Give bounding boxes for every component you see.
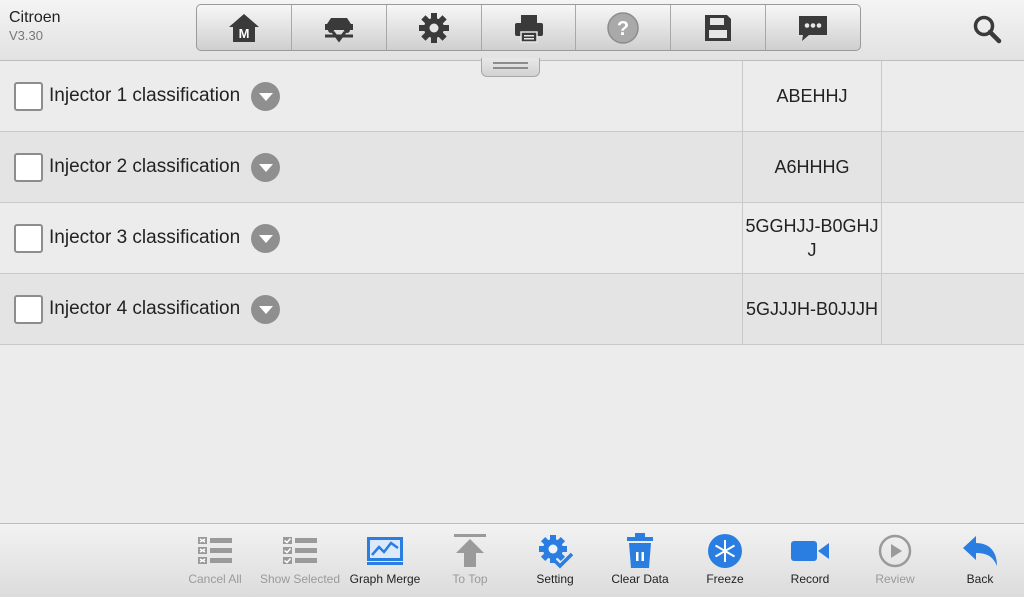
setting-label: Setting [536,572,574,586]
graph-merge-label: Graph Merge [349,572,421,586]
row-checkbox[interactable] [14,81,43,111]
brand-name: Citroen [9,9,61,26]
svg-text:?: ? [617,18,629,40]
cancel-all-button[interactable]: Cancel All [173,524,257,597]
vehicle-icon [324,17,353,42]
item-label: Injector 4 classification [49,298,241,319]
to-top-button[interactable]: To Top [428,524,512,597]
record-label: Record [790,572,830,586]
save-icon [705,14,732,41]
item-name-cell: Injector 2 classification [0,132,742,202]
show-selected-icon [283,537,317,564]
item-label: Injector 2 classification [49,156,241,177]
help-button[interactable]: ? [576,5,672,50]
cancel-all-icon [198,537,232,564]
to-top-icon [454,534,486,567]
review-icon [878,534,912,568]
save-button[interactable] [671,5,767,50]
home-button[interactable]: M [197,5,292,50]
search-icon [973,15,1002,44]
graph-merge-icon [367,537,403,565]
item-value: A6HHHG [742,132,882,202]
chevron-down-icon[interactable] [251,152,281,182]
clear-data-label: Clear Data [611,572,669,586]
row-checkbox[interactable] [14,152,43,182]
to-top-label: To Top [452,572,488,586]
chevron-down-icon[interactable] [251,81,281,111]
row-checkbox[interactable] [14,223,43,253]
show-selected-label: Show Selected [259,572,341,586]
table-row: Injector 4 classification 5GJJJH-B0JJJH [0,274,1024,345]
back-button[interactable]: Back [938,524,1022,597]
cancel-all-label: Cancel All [188,572,242,586]
graph-merge-button[interactable]: Graph Merge [343,524,427,597]
freeze-button[interactable]: Freeze [683,524,767,597]
item-label: Injector 3 classification [49,227,241,248]
search-button[interactable] [966,9,1008,49]
item-name-cell: Injector 3 classification [0,203,742,273]
table-row: Injector 3 classification 5GGHJJ-B0GHJJ [0,203,1024,274]
record-button[interactable]: Record [768,524,852,597]
message-button[interactable] [766,5,860,50]
freeze-icon [708,534,742,568]
top-header: Citroen V3.30 M ? [0,0,1024,61]
chevron-down-icon[interactable] [251,223,281,253]
app-version: V3.30 [9,28,43,43]
back-label: Back [966,572,994,586]
item-label: Injector 1 classification [49,85,241,106]
clear-data-icon [627,533,653,568]
vehicle-button[interactable] [292,5,387,50]
message-icon [799,15,828,41]
item-name-cell: Injector 4 classification [0,274,742,344]
home-icon: M [228,13,259,42]
data-stream-table: Injector 1 classification ABEHHJ Injecto… [0,61,1024,345]
freeze-label: Freeze [706,572,744,586]
clear-data-button[interactable]: Clear Data [598,524,682,597]
item-name-cell: Injector 1 classification [0,61,742,131]
gear-icon [418,12,449,43]
pull-down-handle[interactable] [481,58,540,77]
record-icon [791,541,829,561]
review-label: Review [875,572,915,586]
print-button[interactable] [482,5,577,50]
item-value: 5GGHJJ-B0GHJJ [742,203,882,273]
printer-icon [514,14,543,43]
item-value: 5GJJJH-B0JJJH [742,274,882,344]
item-value: ABEHHJ [742,61,882,131]
review-button[interactable]: Review [853,524,937,597]
setting-button[interactable]: Setting [513,524,597,597]
setting-icon [539,535,574,569]
chevron-down-icon[interactable] [251,294,281,324]
table-row: Injector 2 classification A6HHHG [0,132,1024,203]
help-icon: ? [607,11,640,44]
settings-button[interactable] [387,5,482,50]
svg-text:M: M [239,26,250,41]
back-icon [963,536,997,566]
row-checkbox[interactable] [14,294,43,324]
bottom-function-bar: Cancel All Show Selected Graph Merge To … [0,523,1024,597]
show-selected-button[interactable]: Show Selected [258,524,342,597]
vehicle-brand: Citroen V3.30 [9,9,61,45]
main-toolbar: M ? [196,4,861,51]
